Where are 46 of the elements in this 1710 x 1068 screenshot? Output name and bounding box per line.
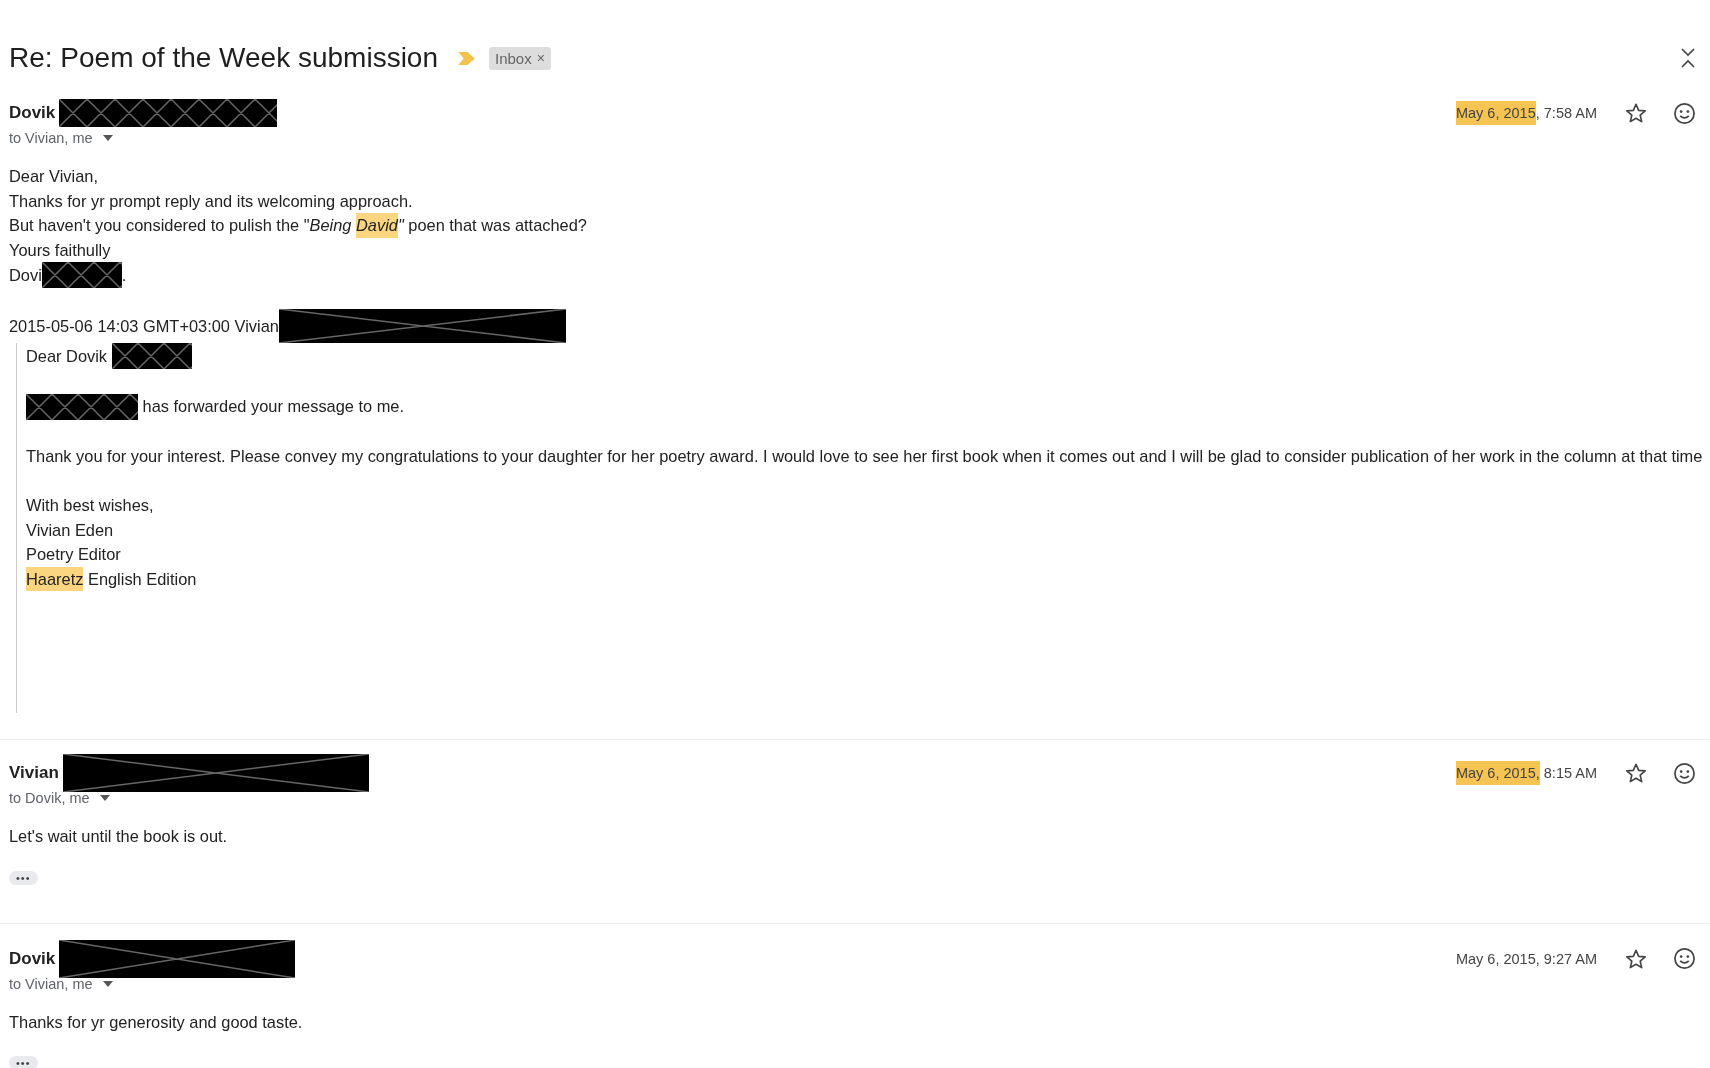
quoted-text: With best wishes, (26, 495, 154, 516)
message-date: May 6, 2015, 9:27 AM (1455, 949, 1597, 969)
sender-name: Dovik (9, 103, 56, 123)
body-text: Yours faithully (9, 239, 111, 261)
quoted-text: English Edition (86, 568, 197, 590)
quote-attribution: 2015-05-06 14:03 GMT+03:00 Vivian (9, 315, 279, 337)
smiley-icon[interactable] (1673, 101, 1696, 125)
recipients-text: to Vivian, me (9, 130, 93, 146)
body-text: Dovi (9, 264, 42, 286)
sender-name: Dovik (9, 948, 56, 969)
show-trimmed-button[interactable]: ••• (9, 870, 38, 885)
collapse-all-icon[interactable] (1680, 46, 1696, 70)
body-text: Being (309, 215, 353, 236)
smiley-icon[interactable] (1673, 947, 1696, 970)
sender-name: Vivian (9, 763, 59, 783)
body-text: poen that was attached? (407, 215, 587, 236)
quoted-text: Haaretz (26, 566, 84, 591)
inbox-label[interactable]: Inbox × (489, 46, 551, 70)
body-text: Thanks for yr prompt reply and its welcoming approach. (9, 190, 413, 212)
body-text: Thanks for yr generosity and good taste. (9, 1011, 303, 1033)
quoted-text: Dear Dovik (26, 345, 109, 367)
star-icon[interactable] (1625, 102, 1647, 124)
show-trimmed-button[interactable]: ••• (9, 1056, 38, 1068)
importance-marker-icon[interactable] (458, 51, 475, 65)
body-text: Dear Vivian, (9, 166, 98, 187)
quoted-text: Poetry Editor (26, 544, 121, 565)
body-text: David (356, 213, 398, 238)
caret-icon[interactable] (102, 135, 113, 141)
quoted-text: has forwarded your message to me. (141, 396, 405, 418)
body-text: . (121, 264, 127, 286)
recipients-text: to Dovik, me (9, 790, 90, 806)
thread-subject: Re: Poem of the Week submission (9, 42, 438, 74)
remove-label-button[interactable]: × (536, 50, 545, 66)
star-icon[interactable] (1625, 762, 1647, 784)
recipients-text: to Vivian, me (9, 975, 93, 992)
message-date: May 6, 2015, 8:15 AM (1455, 761, 1597, 785)
quoted-text: Thank you for your interest. Please convey my congratulations to your daughter for her poetry award. I would love to see her first book when it comes out and I will be glad to consider publication of her work in the column at that time (26, 446, 1703, 467)
smiley-icon[interactable] (1673, 761, 1696, 785)
caret-icon[interactable] (102, 980, 113, 987)
body-text: But haven't you considered to pulish the " (9, 215, 310, 236)
message-date: May 6, 2015, 7:58 AM (1455, 101, 1597, 125)
body-text: Let's wait until the book is out. (9, 826, 228, 847)
star-icon[interactable] (1625, 947, 1647, 970)
body-text: " (397, 215, 404, 236)
caret-icon[interactable] (99, 795, 110, 801)
quoted-text: Vivian Eden (26, 519, 114, 541)
